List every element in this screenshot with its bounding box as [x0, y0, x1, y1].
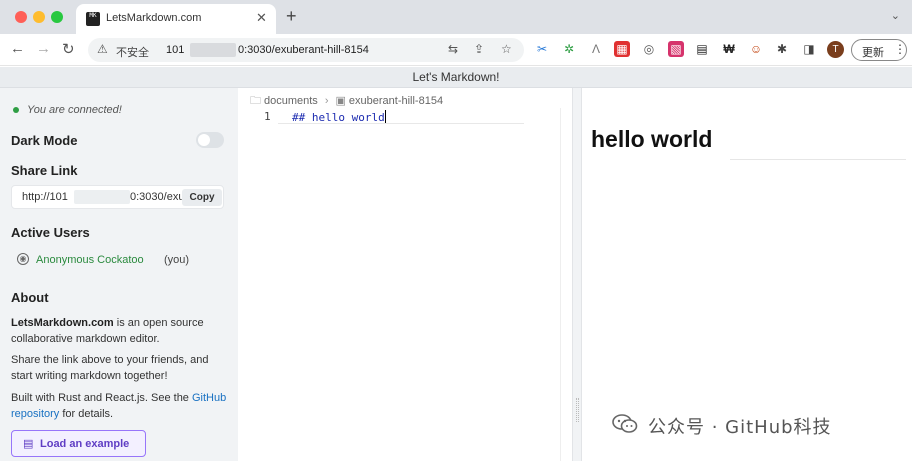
user-self-tag: (you) [164, 254, 190, 266]
app-title-bar: Let's Markdown! [0, 67, 912, 88]
share-icon[interactable]: ⇪ [474, 42, 484, 56]
code-line[interactable]: ## hello world [292, 110, 386, 124]
kebab-menu-icon: ⋮ [894, 42, 906, 56]
reload-icon[interactable]: ↻ [62, 40, 75, 58]
user-name: Anonymous Cockatoo [36, 254, 144, 266]
url-text-prefix[interactable]: 101 [166, 44, 184, 56]
active-users-heading: Active Users [11, 225, 90, 240]
side-panel-icon[interactable]: ◨ [801, 41, 817, 57]
browser-tab-strip: MK LetsMarkdown.com ✕ + ⌄ [0, 0, 912, 34]
markdown-editor[interactable]: 🗀 documents › ▣ exuberant-hill-8154 1 ## hel… [238, 88, 572, 461]
drag-handle-icon[interactable] [576, 398, 579, 422]
forward-arrow-icon[interactable]: → [36, 40, 51, 57]
share-link-heading: Share Link [11, 163, 78, 178]
share-link-field[interactable]: http://101 0:3030/exu Copy [11, 185, 224, 209]
about-paragraph-1: LetsMarkdown.com is an open source colla… [11, 315, 231, 347]
browser-tab-active[interactable]: MK LetsMarkdown.com ✕ [76, 4, 276, 34]
window-minimize-button[interactable] [33, 11, 45, 23]
extension-notion-icon[interactable]: ▤ [694, 41, 710, 57]
extension-gear-green-icon[interactable]: ✲ [561, 41, 577, 57]
about-p3-text-a: Built with Rust and React.js. See the [11, 392, 192, 404]
code-line-text: ## hello world [292, 111, 385, 124]
about-paragraph-2: Share the link above to your friends, an… [11, 354, 209, 382]
url-text-suffix[interactable]: 0:3030/exuberant-hill-8154 [238, 44, 369, 56]
line-number: 1 [264, 110, 271, 123]
about-paragraph-3: Built with Rust and React.js. See the Gi… [11, 390, 231, 422]
toggle-knob [198, 134, 210, 146]
extension-face-icon[interactable]: ☺ [748, 41, 764, 57]
app-title: Let's Markdown! [412, 70, 500, 84]
extension-pink-icon[interactable]: ▧ [668, 41, 684, 57]
update-button[interactable]: 更新 ⋮ [851, 39, 907, 61]
tab-title: LetsMarkdown.com [106, 12, 202, 24]
about-p3-text-b: for details. [59, 408, 114, 420]
extension-red-grid-icon[interactable]: ▦ [614, 41, 630, 57]
status-dot-icon [13, 107, 19, 113]
extension-lambda-icon[interactable]: Λ [588, 41, 604, 57]
security-status-label[interactable]: 不安全 [116, 44, 149, 60]
tab-close-icon[interactable]: ✕ [256, 10, 267, 26]
breadcrumb-separator-icon: › [324, 95, 329, 107]
load-example-button[interactable]: ▤ Load an example [11, 430, 146, 457]
document-icon: ▤ [23, 438, 34, 450]
sidebar: You are connected! Dark Mode Share Link … [0, 88, 238, 461]
about-heading: About [11, 290, 49, 305]
about-site-name: LetsMarkdown.com [11, 317, 114, 329]
heading-divider [730, 159, 906, 160]
editor-scrollbar[interactable] [560, 108, 568, 461]
address-bar[interactable]: ⚠ 不安全 101 0:3030/exuberant-hill-8154 ⇆ ⇪… [88, 38, 524, 62]
extensions-puzzle-icon[interactable]: ✱ [774, 41, 790, 57]
share-link-prefix: http://101 [22, 191, 68, 203]
breadcrumb-filename[interactable]: exuberant-hill-8154 [349, 95, 443, 107]
window-maximize-button[interactable] [51, 11, 63, 23]
share-link-suffix: 0:3030/exu [130, 191, 185, 203]
update-label: 更新 [862, 47, 884, 59]
folder-icon: 🗀 [250, 95, 261, 107]
connection-status-text: You are connected! [27, 104, 122, 116]
warning-triangle-icon[interactable]: ⚠ [97, 42, 108, 56]
watermark-text: 公众号 · GitHub科技 [648, 417, 832, 438]
profile-avatar[interactable]: T [827, 41, 844, 58]
pane-splitter[interactable] [572, 88, 582, 461]
breadcrumb-documents[interactable]: documents [264, 95, 318, 107]
extension-camera-icon[interactable]: ◎ [641, 41, 657, 57]
copy-button[interactable]: Copy [182, 189, 222, 206]
window-close-button[interactable] [15, 11, 27, 23]
extension-scissors-icon[interactable]: ✂ [534, 41, 550, 57]
translate-icon[interactable]: ⇆ [448, 42, 458, 56]
dark-mode-label: Dark Mode [11, 133, 78, 148]
user-circle-icon: ◉ [17, 253, 29, 265]
url-redacted-segment [190, 43, 236, 57]
new-tab-button[interactable]: + [286, 6, 297, 27]
wechat-logo-icon [612, 414, 638, 433]
markdown-file-icon: ▣ [335, 95, 346, 107]
tab-search-icon[interactable]: ⌄ [891, 9, 900, 22]
markdown-preview: hello world [582, 88, 912, 461]
share-link-redacted [74, 190, 130, 204]
extension-w-icon[interactable]: ₩ [721, 41, 737, 57]
dark-mode-toggle[interactable] [196, 132, 224, 148]
back-arrow-icon[interactable]: ← [10, 40, 25, 57]
preview-heading: hello world [591, 126, 713, 152]
text-cursor [384, 110, 386, 123]
bookmark-star-icon[interactable]: ☆ [501, 42, 512, 56]
load-example-label: Load an example [40, 438, 130, 450]
site-favicon-icon: MK [86, 12, 100, 26]
